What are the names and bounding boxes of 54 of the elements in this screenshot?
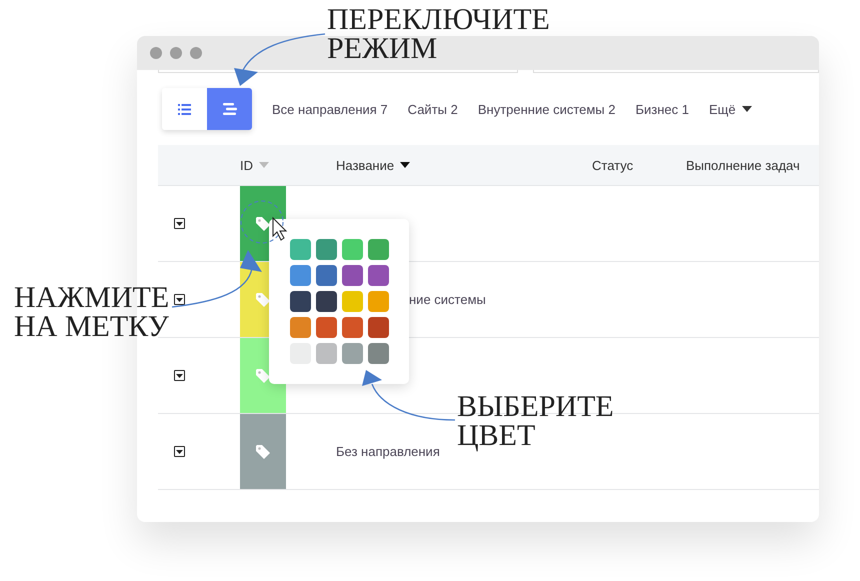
color-swatch[interactable] <box>368 265 388 286</box>
project-name: ние системы <box>409 292 487 307</box>
color-swatch[interactable] <box>368 291 388 312</box>
window-dot[interactable] <box>150 47 162 59</box>
expand-button[interactable] <box>174 218 185 229</box>
callout-text: ПЕРЕКЛЮЧИТЕ РЕЖИМ <box>327 5 550 63</box>
list-icon <box>178 104 191 114</box>
callout-text: НАЖМИТЕ НА МЕТКУ <box>14 283 170 341</box>
color-swatch[interactable] <box>342 317 362 338</box>
view-mode-button[interactable] <box>207 88 252 130</box>
color-swatch[interactable] <box>316 239 336 260</box>
caret-icon <box>176 298 183 302</box>
column-header[interactable]: ID <box>240 158 336 172</box>
filter-tab[interactable]: Ещё <box>699 102 762 116</box>
callout-text: ВЫБЕРИТЕ ЦВЕТ <box>457 392 614 450</box>
caret-icon <box>176 374 183 378</box>
window-dot[interactable] <box>170 47 182 59</box>
color-swatch[interactable] <box>368 239 388 260</box>
sort-caret-icon <box>400 162 410 168</box>
color-swatch[interactable] <box>290 265 310 286</box>
view-mode-button[interactable] <box>162 88 207 130</box>
caret-icon <box>742 106 752 112</box>
color-swatch[interactable] <box>316 343 336 364</box>
color-swatch[interactable] <box>290 239 310 260</box>
filter-tab[interactable]: Сайты 2 <box>398 102 468 116</box>
column-header[interactable]: Статус <box>592 158 686 172</box>
color-swatch[interactable] <box>316 265 336 286</box>
color-label[interactable] <box>240 414 286 489</box>
highlight-circle <box>240 200 284 244</box>
project-name: Без направления <box>336 444 441 459</box>
color-swatch[interactable] <box>342 291 362 312</box>
filter-tab[interactable]: Бизнес 1 <box>626 102 700 116</box>
caret-icon <box>176 450 183 454</box>
color-swatch[interactable] <box>368 317 388 338</box>
column-header[interactable]: Название <box>336 158 592 172</box>
color-swatch[interactable] <box>316 291 336 312</box>
sort-caret-icon <box>259 162 269 168</box>
color-swatch[interactable] <box>342 343 362 364</box>
filter-tab[interactable]: Все направления 7 <box>262 102 398 116</box>
color-swatch[interactable] <box>368 343 388 364</box>
expand-button[interactable] <box>174 446 185 457</box>
color-swatch[interactable] <box>342 265 362 286</box>
expand-button[interactable] <box>174 294 185 305</box>
bars-icon <box>222 103 236 115</box>
color-swatch[interactable] <box>316 317 336 338</box>
color-swatch[interactable] <box>290 291 310 312</box>
column-header[interactable]: Выполнение задач <box>686 158 819 172</box>
tag-icon <box>255 444 271 460</box>
color-swatch[interactable] <box>290 317 310 338</box>
color-swatch[interactable] <box>342 239 362 260</box>
window-dot[interactable] <box>190 47 202 59</box>
filter-tab[interactable]: Внутренние системы 2 <box>468 102 626 116</box>
expand-button[interactable] <box>174 370 185 381</box>
caret-icon <box>176 222 183 226</box>
